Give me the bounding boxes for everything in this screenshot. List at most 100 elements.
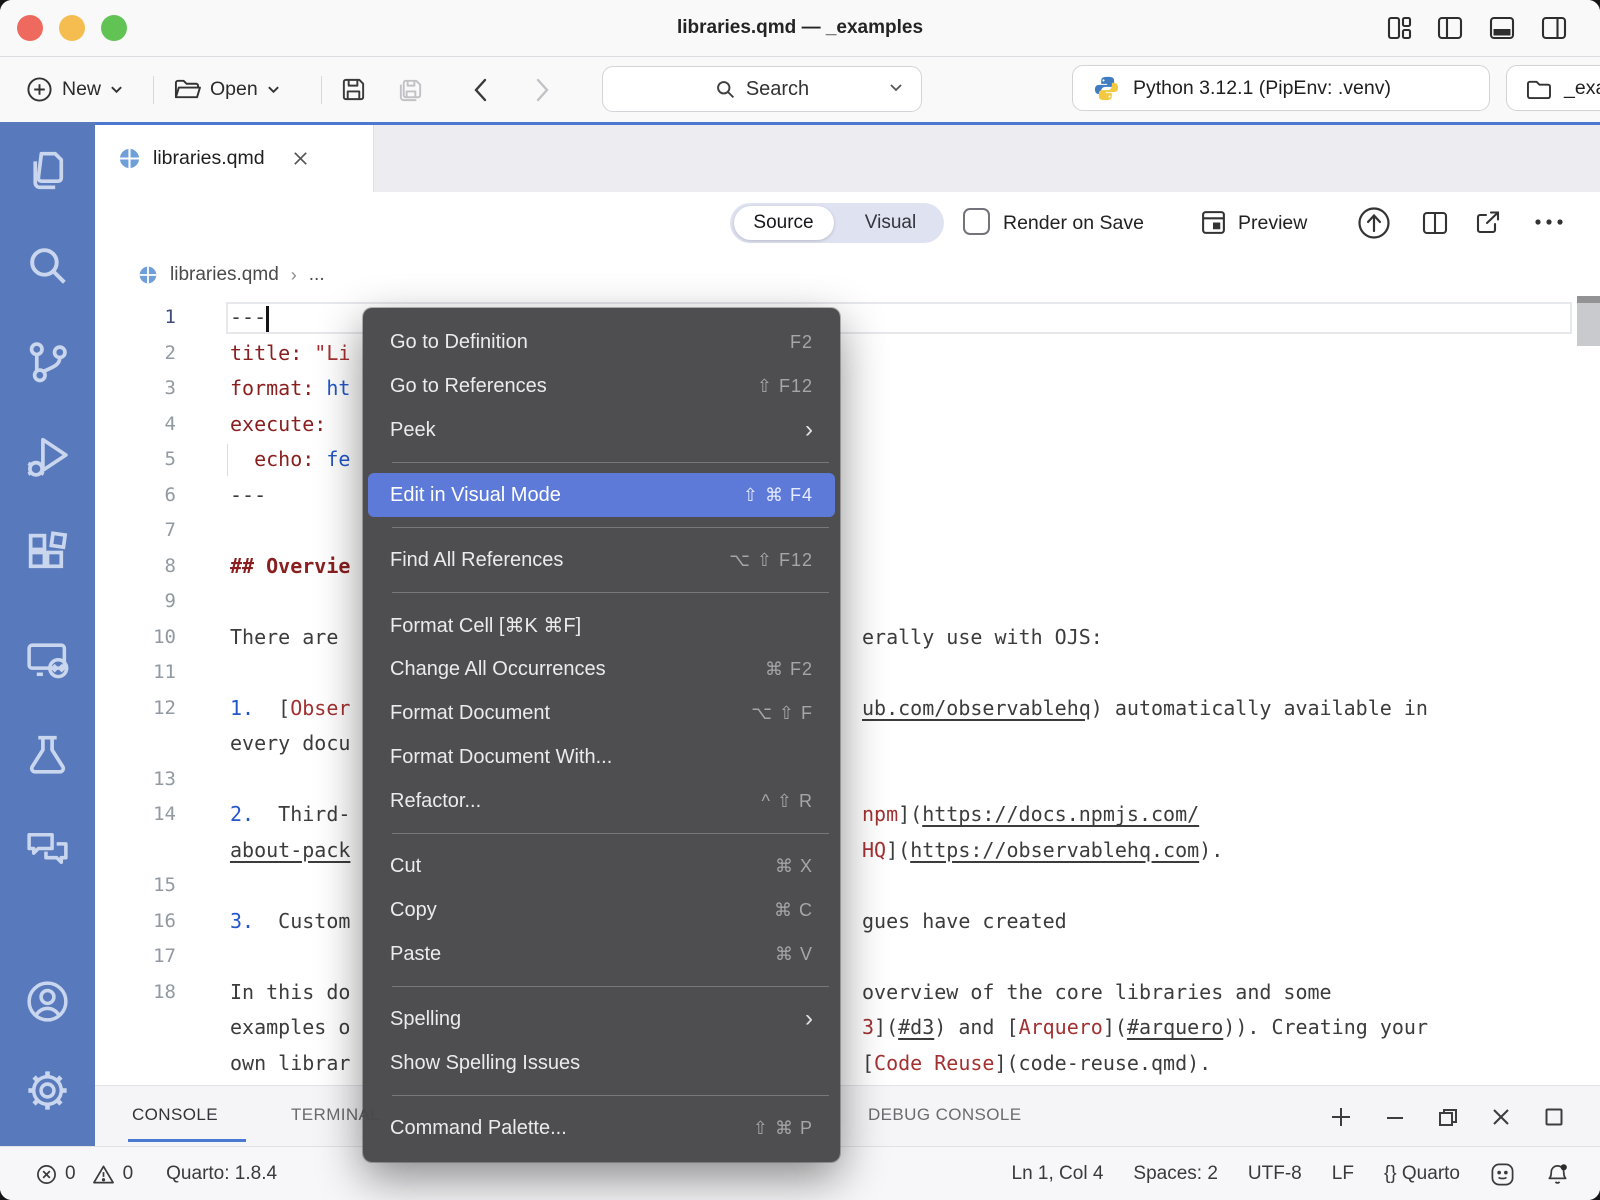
preview-icon[interactable] [1200,209,1227,236]
menu-item-command-palette[interactable]: Command Palette...⇧ ⌘ P [363,1106,840,1150]
open-external-icon[interactable] [1474,210,1502,236]
menu-item-paste[interactable]: Paste⌘ V [363,932,840,976]
code-text: execute: [230,407,326,443]
save-all-icon [396,75,425,104]
code-text: format: ht [230,371,350,407]
problems-indicator[interactable]: 0 0 [36,1163,133,1185]
code-text: In this do [230,975,350,1011]
menu-item-format-document-with[interactable]: Format Document With... [363,735,840,779]
testing-icon[interactable] [23,730,72,779]
active-tab-underline [128,1139,246,1142]
minimize-panel-icon[interactable] [1383,1105,1407,1129]
menu-item-refactor[interactable]: Refactor...^ ⇧ R [363,779,840,823]
line-number: 5 [110,442,176,478]
customize-layout-icon[interactable] [1385,14,1413,42]
code-text: 2. Third- [230,797,350,833]
code-text: own librar [230,1046,350,1082]
feedback-smiley-icon[interactable] [1490,1162,1515,1187]
menu-item-go-to-references[interactable]: Go to References⇧ F12 [363,364,840,408]
menu-item-spelling[interactable]: Spelling› [363,997,840,1041]
code-text: overview of the core libraries and some [862,975,1332,1011]
quarto-version[interactable]: Quarto: 1.8.4 [166,1163,277,1185]
menu-item-format-cell-k-f[interactable]: Format Cell [⌘K ⌘F] [363,603,840,647]
eol-sequence[interactable]: LF [1332,1163,1354,1185]
code-text: every docu [230,726,350,762]
new-console-plus-icon[interactable] [1329,1105,1353,1129]
breadcrumb-file[interactable]: libraries.qmd [170,264,279,286]
toggle-left-panel-icon[interactable] [1436,14,1464,42]
code-text: --- [230,478,266,514]
preview-label[interactable]: Preview [1238,192,1307,254]
line-number: 9 [110,584,176,620]
app-window: libraries.qmd — _examples [0,0,1600,1200]
toggle-right-panel-icon[interactable] [1540,14,1568,42]
interpreter-selector[interactable]: Python 3.12.1 (PipEnv: .venv) [1072,65,1490,111]
cursor-position[interactable]: Ln 1, Col 4 [1012,1163,1104,1185]
menu-item-show-spelling-issues[interactable]: Show Spelling Issues [363,1041,840,1085]
explorer-icon[interactable] [23,146,72,195]
menu-item-shortcut: ⌘ V [775,944,813,965]
more-actions-icon[interactable] [1532,214,1566,230]
language-mode[interactable]: {} Quarto [1384,1163,1460,1185]
menu-item-go-to-definition[interactable]: Go to DefinitionF2 [363,320,840,364]
maximize-panel-icon[interactable] [1542,1105,1566,1129]
panel-tab-console[interactable]: CONSOLE [132,1086,218,1144]
run-debug-icon[interactable] [23,432,72,481]
menu-item-format-document[interactable]: Format Document⌥ ⇧ F [363,691,840,735]
encoding[interactable]: UTF-8 [1248,1163,1302,1185]
menu-item-label: Format Cell [⌘K ⌘F] [390,613,581,638]
line-number: 7 [110,513,176,549]
tab-bar: libraries.qmd [95,125,1600,192]
settings-gear-icon[interactable] [23,1066,72,1115]
render-on-save-checkbox[interactable] [963,208,990,235]
line-number: 18 [110,975,176,1011]
menu-item-peek[interactable]: Peek› [363,408,840,452]
split-editor-icon[interactable] [1421,210,1449,236]
toggle-bottom-panel-icon[interactable] [1488,14,1516,42]
close-tab-icon[interactable] [291,149,310,168]
comments-icon[interactable] [23,824,72,873]
navigate-back-button[interactable] [472,57,488,122]
menu-item-label: Format Document With... [390,746,612,769]
menu-item-change-all-occurrences[interactable]: Change All Occurrences⌘ F2 [363,647,840,691]
panel-tab-debug-console[interactable]: DEBUG CONSOLE [868,1086,1022,1144]
menu-item-label: Refactor... [390,790,481,813]
save-all-button[interactable] [396,57,425,122]
menu-item-label: Change All Occurrences [390,658,606,681]
menu-item-label: Edit in Visual Mode [390,484,561,507]
search-input[interactable]: Search [602,66,922,112]
new-button[interactable]: New [26,57,123,122]
source-visual-toggle[interactable]: Source Visual [730,203,944,243]
code-text: gues have created [862,904,1067,940]
tab-libraries-qmd[interactable]: libraries.qmd [95,125,374,192]
indentation[interactable]: Spaces: 2 [1133,1163,1218,1185]
line-number: 4 [110,407,176,443]
search-view-icon[interactable] [23,241,72,290]
code-text: 3. Custom [230,904,350,940]
breadcrumb-more[interactable]: ... [309,264,325,286]
visual-mode-button[interactable]: Visual [837,203,944,243]
source-control-icon[interactable] [23,337,72,386]
chevron-down-icon[interactable] [889,83,903,92]
source-mode-button[interactable]: Source [730,203,837,243]
notifications-bell-icon[interactable] [1545,1162,1570,1187]
chevron-right-icon [534,77,550,103]
navigate-forward-button[interactable] [534,57,550,122]
menu-item-find-all-references[interactable]: Find All References⌥ ⇧ F12 [363,538,840,582]
workspace-selector[interactable]: _examples [1506,65,1600,111]
remote-explorer-icon[interactable] [23,636,72,685]
open-button[interactable]: Open [172,57,280,122]
menu-item-cut[interactable]: Cut⌘ X [363,844,840,888]
save-button[interactable] [340,57,367,122]
breadcrumb[interactable]: libraries.qmd › ... [95,254,1600,296]
account-icon[interactable] [23,977,72,1026]
render-circle-up-icon[interactable] [1357,206,1391,240]
extensions-icon[interactable] [23,528,72,577]
editor-scrollbar[interactable] [1577,303,1600,346]
restore-panel-icon[interactable] [1436,1105,1460,1129]
menu-item-copy[interactable]: Copy⌘ C [363,888,840,932]
menu-item-edit-in-visual-mode[interactable]: Edit in Visual Mode⇧ ⌘ F4 [368,473,835,517]
code-text: 3](#d3) and [Arquero](#arquero)). Creati… [862,1010,1428,1046]
warning-icon [92,1164,115,1185]
close-panel-icon[interactable] [1489,1105,1513,1129]
